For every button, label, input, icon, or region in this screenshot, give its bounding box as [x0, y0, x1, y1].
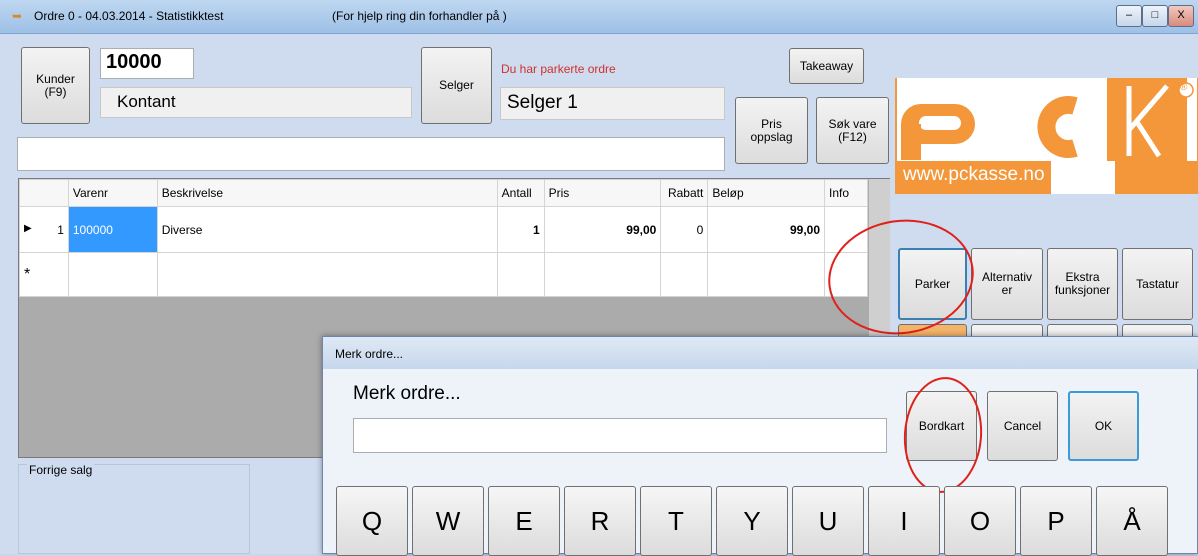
new-row-cell[interactable] — [543, 252, 662, 297]
key-q[interactable]: Q — [336, 486, 408, 556]
customer-number-field[interactable]: 10000 — [100, 48, 194, 79]
close-button[interactable]: X — [1168, 5, 1194, 27]
customer-name-field: Kontant — [100, 87, 412, 118]
key-e[interactable]: E — [488, 486, 560, 556]
order-note-field[interactable] — [17, 137, 725, 171]
key-aa[interactable]: Å — [1096, 486, 1168, 556]
key-o[interactable]: O — [944, 486, 1016, 556]
parked-orders-notice: Du har parkerte ordre — [501, 62, 616, 76]
logo-gap — [1051, 161, 1115, 194]
key-u[interactable]: U — [792, 486, 864, 556]
col-header-info: Info — [824, 179, 868, 207]
ok-button[interactable]: OK — [1068, 391, 1139, 461]
new-row-cell[interactable] — [67, 252, 158, 297]
row-number-cell: ▶ 1 — [19, 206, 69, 253]
search-item-button[interactable]: Søk vare (F12) — [816, 97, 889, 164]
pris-cell[interactable]: 99,00 — [543, 206, 662, 253]
key-w[interactable]: W — [412, 486, 484, 556]
col-header-num — [19, 179, 69, 207]
alternatives-button[interactable]: Alternativ er — [971, 248, 1043, 320]
key-i[interactable]: I — [868, 486, 940, 556]
cancel-button[interactable]: Cancel — [987, 391, 1058, 461]
order-mark-input[interactable] — [353, 418, 887, 453]
antall-cell[interactable]: 1 — [496, 206, 545, 253]
rabatt-cell[interactable]: 0 — [660, 206, 709, 253]
new-row-cell[interactable] — [496, 252, 545, 297]
col-header-rabatt: Rabatt — [660, 179, 709, 207]
new-row-cell[interactable] — [707, 252, 826, 297]
app-icon: ➥ — [12, 9, 23, 23]
price-lookup-button[interactable]: Pris oppslag — [735, 97, 808, 164]
key-p[interactable]: P — [1020, 486, 1092, 556]
registered-mark: ® — [1180, 82, 1188, 93]
new-row-cell[interactable] — [156, 252, 498, 297]
col-header-varenr: Varenr — [67, 179, 158, 207]
new-row-cell[interactable] — [660, 252, 709, 297]
col-header-belop: Beløp — [707, 179, 826, 207]
seller-button[interactable]: Selger — [421, 47, 492, 124]
table-row[interactable]: ▶ 1 100000 Diverse 1 99,00 0 99,00 — [19, 206, 868, 253]
previous-sales-label: Forrige salg — [27, 463, 95, 477]
table-header: Varenr Beskrivelse Antall Pris Rabatt Be… — [19, 179, 868, 207]
keyboard-button[interactable]: Tastatur — [1122, 248, 1193, 320]
beskrivelse-cell[interactable]: Diverse — [156, 206, 498, 253]
order-table: Varenr Beskrivelse Antall Pris Rabatt Be… — [19, 179, 868, 297]
logo-graphic — [901, 78, 1194, 161]
key-y[interactable]: Y — [716, 486, 788, 556]
dialog-prompt: Merk ordre... — [353, 383, 461, 404]
col-header-beskrivelse: Beskrivelse — [156, 179, 498, 207]
mark-order-dialog: Merk ordre... Merk ordre... Bordkart Can… — [322, 336, 1198, 556]
extra-functions-button[interactable]: Ekstra funksjoner — [1047, 248, 1118, 320]
logo-letters: ® — [897, 78, 1197, 162]
pck-logo: ® www.pckasse.no — [895, 78, 1198, 194]
logo-url: www.pckasse.no — [903, 164, 1045, 185]
dialog-title: Merk ordre... — [335, 347, 404, 361]
minimize-button[interactable]: – — [1116, 5, 1142, 27]
varenr-cell[interactable]: 100000 — [67, 206, 158, 253]
window-title: Ordre 0 - 04.03.2014 - Statistikktest — [34, 9, 224, 23]
row-selected-icon: ▶ — [24, 222, 32, 234]
key-t[interactable]: T — [640, 486, 712, 556]
row-number: 1 — [57, 222, 64, 237]
col-header-pris: Pris — [543, 179, 662, 207]
col-header-antall: Antall — [496, 179, 545, 207]
belop-cell[interactable]: 99,00 — [707, 206, 826, 253]
customer-button[interactable]: Kunder (F9) — [21, 47, 90, 124]
help-text: (For hjelp ring din forhandler på ) — [332, 9, 507, 23]
seller-name-field: Selger 1 — [500, 87, 725, 120]
previous-sales-group: Forrige salg — [18, 463, 250, 554]
title-bar: ➥ Ordre 0 - 04.03.2014 - Statistikktest … — [0, 0, 1198, 34]
maximize-button[interactable]: □ — [1142, 5, 1168, 27]
dialog-title-bar: Merk ordre... — [323, 337, 1198, 369]
key-r[interactable]: R — [564, 486, 636, 556]
new-table-row[interactable]: * — [19, 252, 868, 297]
new-row-marker: * — [19, 252, 69, 297]
takeaway-button[interactable]: Takeaway — [789, 48, 864, 84]
